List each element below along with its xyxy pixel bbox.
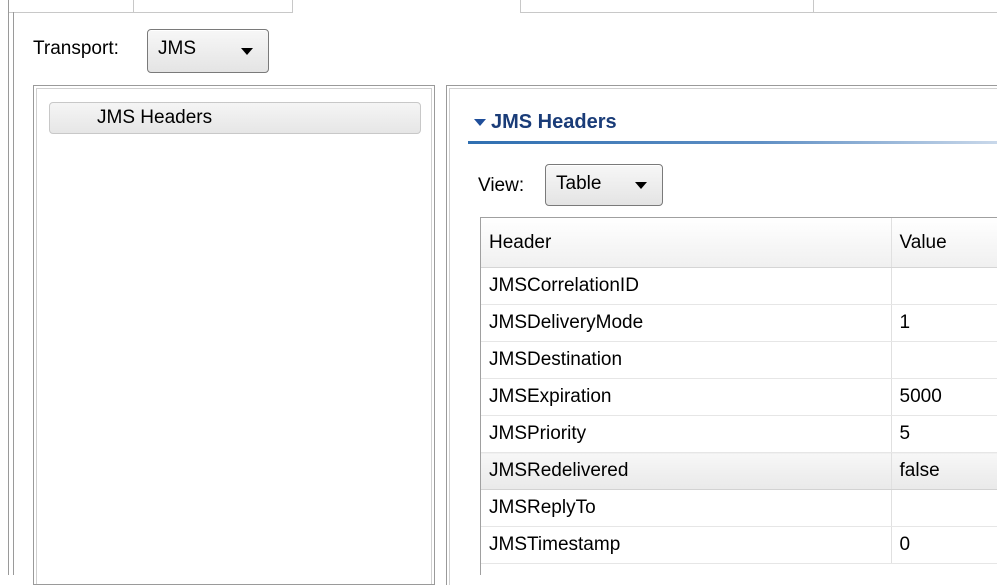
header-cell: JMSDestination	[481, 341, 892, 379]
value-cell[interactable]: false	[891, 452, 997, 490]
table-row[interactable]: JMSReplyTo	[481, 489, 997, 527]
value-cell[interactable]	[891, 341, 997, 379]
table-row[interactable]: JMSPriority 5	[481, 415, 997, 453]
header-nav-panel: JMS Headers	[33, 85, 435, 585]
table-row[interactable]: JMSExpiration 5000	[481, 378, 997, 416]
triangle-down-icon[interactable]	[474, 119, 486, 126]
header-cell: JMSReplyTo	[481, 489, 892, 527]
chevron-down-icon	[241, 48, 253, 55]
header-cell: JMSExpiration	[481, 378, 892, 416]
column-header-value[interactable]: Value	[890, 218, 997, 268]
value-cell[interactable]	[891, 267, 997, 305]
view-label: View:	[478, 175, 525, 196]
header-cell: JMSPriority	[481, 415, 892, 453]
value-cell[interactable]	[891, 489, 997, 527]
view-dropdown[interactable]: Table	[545, 164, 663, 206]
table-row[interactable]: JMSTimestamp 0	[481, 526, 997, 564]
header-cell: JMSRedelivered	[481, 452, 892, 490]
top-tab-strip-right	[520, 0, 997, 13]
table-header-row: Header Value	[481, 218, 997, 268]
header-cell: JMSCorrelationID	[481, 267, 892, 305]
header-cell: JMSTimestamp	[481, 526, 892, 564]
value-cell[interactable]: 1	[891, 304, 997, 342]
value-cell[interactable]: 5	[891, 415, 997, 453]
table-row[interactable]: JMSCorrelationID	[481, 267, 997, 305]
headers-table: Header Value JMSCorrelationID JMSDeliver…	[480, 217, 997, 575]
table-row[interactable]: JMSDeliveryMode 1	[481, 304, 997, 342]
transport-label: Transport:	[33, 38, 119, 59]
header-cell: JMSDeliveryMode	[481, 304, 892, 342]
value-cell[interactable]: 5000	[891, 378, 997, 416]
chevron-down-icon	[635, 182, 647, 189]
transport-dropdown[interactable]: JMS	[147, 29, 269, 73]
window-edge	[8, 12, 14, 575]
nav-item-jms-headers[interactable]: JMS Headers	[49, 102, 421, 134]
jms-transport-editor: Transport: JMS JMS Headers JMS Headers V…	[0, 0, 997, 585]
table-row[interactable]: JMSDestination	[481, 341, 997, 379]
nav-item-label: JMS Headers	[97, 107, 213, 128]
column-header-header[interactable]: Header	[481, 218, 892, 268]
value-cell[interactable]: 0	[891, 526, 997, 564]
top-tab-strip-left	[8, 0, 293, 13]
table-row-selected[interactable]: JMSRedelivered false	[481, 452, 997, 490]
section-title[interactable]: JMS Headers	[491, 111, 617, 134]
transport-selected-value: JMS	[158, 38, 196, 59]
section-divider	[468, 141, 997, 144]
view-selected-value: Table	[556, 173, 602, 194]
